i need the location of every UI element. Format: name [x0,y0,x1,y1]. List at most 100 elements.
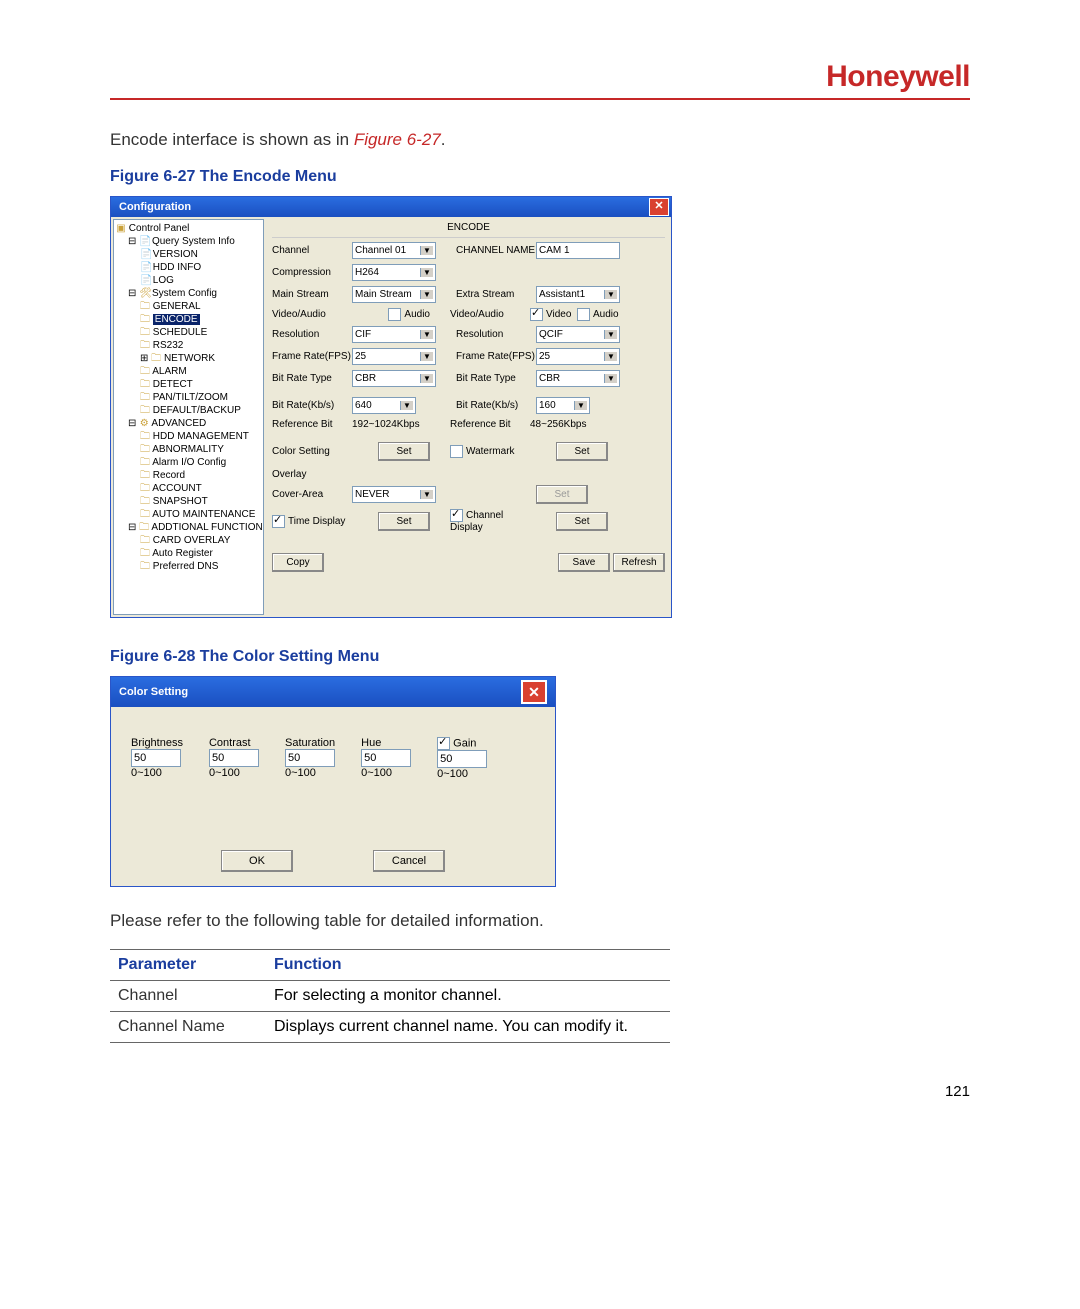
tree-account[interactable]: ACCOUNT [152,483,201,494]
br-extra-select[interactable]: 160 ▼ [536,397,590,414]
compression-select[interactable]: H264▼ [352,264,436,281]
channel-name-input[interactable]: CAM 1 [536,242,620,259]
compression-label: Compression [272,267,352,278]
videoaudio-extra-label: Video/Audio [450,309,530,320]
ok-button[interactable]: OK [221,850,293,872]
tree-alarmio[interactable]: Alarm I/O Config [152,457,226,468]
br-extra-value: 160 [539,400,556,411]
chdisplay-set-button[interactable]: Set [556,512,608,531]
save-button[interactable]: Save [558,553,610,572]
tree-rs232[interactable]: RS232 [153,340,184,351]
tree-abnorm[interactable]: ABNORMALITY [152,444,224,455]
saturation-input[interactable] [285,749,335,767]
tree-query[interactable]: Query System Info [152,236,235,247]
resolution-extra-label: Resolution [456,329,536,340]
tree-hdd[interactable]: HDD INFO [153,262,201,273]
chdisplay-checkbox[interactable] [450,509,463,522]
tree-version[interactable]: VERSION [153,249,198,260]
dropdown-arrow-icon: ▼ [604,352,617,361]
brightness-input[interactable] [131,749,181,767]
dropdown-arrow-icon: ▼ [604,374,617,383]
close-icon[interactable]: ✕ [521,680,547,704]
gain-input[interactable] [437,750,487,768]
tree-automaint[interactable]: AUTO MAINTENANCE [152,509,255,520]
dropdown-arrow-icon: ▼ [420,352,433,361]
refbit-extra-value: 48~256Kbps [530,419,586,430]
tree-general[interactable]: GENERAL [153,301,201,312]
param-cell: Channel Name [110,1012,266,1043]
parameter-table: Parameter Function Channel For selecting… [110,949,670,1043]
tree-detect[interactable]: DETECT [153,379,193,390]
tree-encode-selected[interactable]: ENCODE [153,314,200,325]
nav-tree[interactable]: ▣ Control Panel ⊟ 📄 Query System Info 📄 … [113,219,264,615]
table-row: Channel For selecting a monitor channel. [110,981,670,1012]
tree-alarm[interactable]: ALARM [152,366,186,377]
tree-default[interactable]: DEFAULT/BACKUP [153,405,241,416]
resolution-main-select[interactable]: CIF▼ [352,326,436,343]
refbit-main-value: 192~1024Kbps [352,419,430,430]
dropdown-arrow-icon: ▼ [420,290,433,299]
tree-root[interactable]: Control Panel [129,223,190,234]
contrast-input[interactable] [209,749,259,767]
coverarea-set-button[interactable]: Set [536,485,588,504]
audio-label: Audio [404,309,430,320]
th-function: Function [266,950,670,981]
refresh-button[interactable]: Refresh [613,553,665,572]
fps-main-select[interactable]: 25▼ [352,348,436,365]
dropdown-arrow-icon: ▼ [400,401,413,410]
tree-record[interactable]: Record [153,470,185,481]
cancel-button[interactable]: Cancel [373,850,445,872]
dropdown-arrow-icon: ▼ [574,401,587,410]
configuration-window: Configuration ✕ ▣ Control Panel ⊟ 📄 Quer… [110,196,672,618]
watermark-label: Watermark [466,446,515,457]
fps-extra-select[interactable]: 25▼ [536,348,620,365]
video-extra-checkbox[interactable] [530,308,543,321]
channel-select[interactable]: Channel 01▼ [352,242,436,259]
colorset-set-button[interactable]: Set [378,442,430,461]
brightness-label: Brightness [131,737,183,749]
fps-extra-label: Frame Rate(FPS) [456,351,536,362]
mainstream-select[interactable]: Main Stream ▼ [352,286,436,303]
tree-addfunc[interactable]: ADDTIONAL FUNCTION [151,522,262,533]
tree-ptz[interactable]: PAN/TILT/ZOOM [153,392,228,403]
timedisplay-label: Time Display [288,516,345,527]
mainstream-value: Main Stream [355,289,412,300]
tree-sysconf[interactable]: System Config [152,288,217,299]
copy-button[interactable]: Copy [272,553,324,572]
watermark-checkbox[interactable] [450,445,463,458]
encode-panel: ENCODE Channel Channel 01▼ CHANNEL NAME … [266,217,671,617]
tree-cardov[interactable]: CARD OVERLAY [153,535,231,546]
brtype-main-select[interactable]: CBR▼ [352,370,436,387]
gain-checkbox[interactable] [437,737,450,750]
tree-advanced[interactable]: ADVANCED [151,418,206,429]
br-main-select[interactable]: 640▼ [352,397,416,414]
saturation-range: 0~100 [285,767,335,779]
refbit-extra-label: Reference Bit [450,419,530,430]
brtype-extra-select[interactable]: CBR▼ [536,370,620,387]
resolution-extra-select[interactable]: QCIF▼ [536,326,620,343]
brtype-main-label: Bit Rate Type [272,373,352,384]
close-icon[interactable]: ✕ [649,198,669,216]
br-main-label: Bit Rate(Kb/s) [272,400,352,411]
audio-extra-checkbox[interactable] [577,308,590,321]
hue-label: Hue [361,737,411,749]
intro-pre: Encode interface is shown as in [110,130,354,149]
extrastream-select[interactable]: Assistant1▼ [536,286,620,303]
tree-log[interactable]: LOG [153,275,174,286]
dropdown-arrow-icon: ▼ [420,330,433,339]
colorset-label: Color Setting [272,446,352,457]
tree-schedule[interactable]: SCHEDULE [153,327,207,338]
dropdown-arrow-icon: ▼ [420,246,433,255]
tree-hddmgmt[interactable]: HDD MANAGEMENT [153,431,249,442]
tree-prefdns[interactable]: Preferred DNS [153,561,219,572]
figure-ref-627: Figure 6-27 [354,130,441,149]
tree-snapshot[interactable]: SNAPSHOT [153,496,208,507]
coverarea-select[interactable]: NEVER▼ [352,486,436,503]
watermark-set-button[interactable]: Set [556,442,608,461]
timedisplay-set-button[interactable]: Set [378,512,430,531]
hue-input[interactable] [361,749,411,767]
tree-autoreg[interactable]: Auto Register [152,548,213,559]
tree-network[interactable]: NETWORK [164,353,215,364]
audio-main-checkbox[interactable] [388,308,401,321]
timedisplay-checkbox[interactable] [272,515,285,528]
